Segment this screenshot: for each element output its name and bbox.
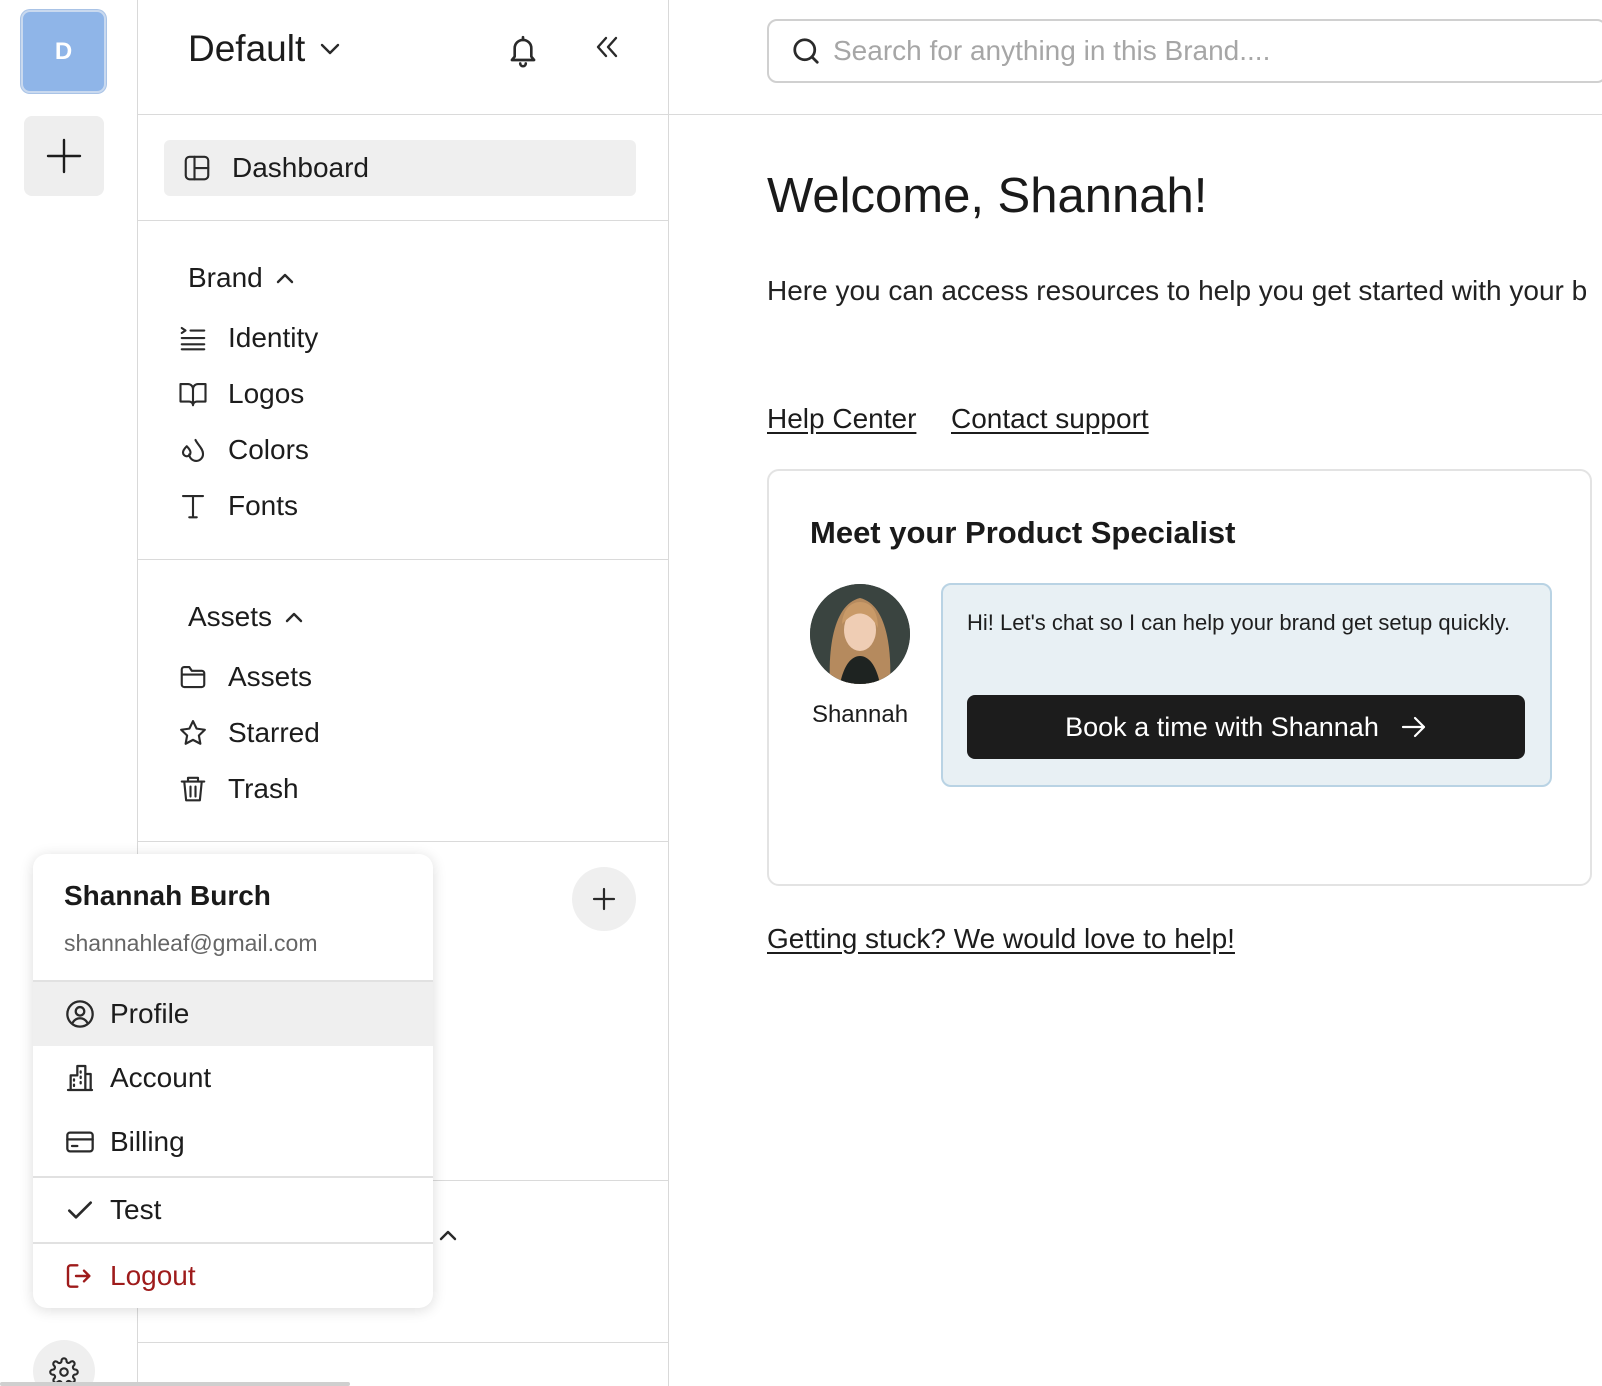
user-circle-icon: [66, 1000, 94, 1028]
nav-colors[interactable]: Colors: [178, 430, 309, 470]
menu-item-label: Test: [110, 1194, 162, 1225]
identity-list-icon: [180, 326, 206, 351]
search-bar[interactable]: [767, 19, 1602, 83]
specialist-photo: [810, 584, 910, 684]
divider: [138, 220, 669, 221]
page-title: Welcome, Shannah!: [767, 169, 1208, 223]
nav-logos[interactable]: Logos: [178, 374, 304, 414]
menu-item-label: Billing: [110, 1126, 185, 1157]
specialist-message: Hi! Let's chat so I can help your brand …: [967, 610, 1511, 635]
horizontal-scrollbar[interactable]: [0, 1382, 350, 1386]
logout-icon: [66, 1264, 91, 1288]
menu-item-logout[interactable]: Logout: [33, 1244, 433, 1308]
divider: [138, 114, 669, 115]
star-icon: [180, 720, 206, 745]
credit-card-icon: [66, 1131, 94, 1153]
intro-text: Here you can access resources to help yo…: [767, 275, 1588, 306]
user-email: shannahleaf@gmail.com: [64, 930, 318, 956]
nav-colors-label: Colors: [228, 434, 309, 465]
chevron-up-icon: [439, 1230, 457, 1241]
specialist-card: Meet your Product Specialist Shannah Hi!…: [767, 469, 1592, 886]
specialist-avatar: [810, 584, 910, 684]
specialist-name: Shannah: [811, 701, 909, 728]
nav-trash[interactable]: Trash: [178, 769, 299, 809]
nav-trash-label: Trash: [228, 773, 299, 804]
add-brand-button[interactable]: [24, 116, 104, 196]
nav-starred-label: Starred: [228, 717, 320, 748]
contact-support-link[interactable]: Contact support: [951, 403, 1149, 435]
menu-item-test[interactable]: Test: [33, 1178, 433, 1242]
book-time-button[interactable]: Book a time with Shannah: [967, 695, 1525, 759]
divider: [138, 559, 669, 560]
divider: [669, 114, 1602, 115]
layout-icon: [184, 155, 210, 181]
arrow-right-icon: [1401, 716, 1425, 738]
nav-dashboard-label: Dashboard: [232, 152, 369, 183]
book-time-label: Book a time with Shannah: [1065, 711, 1379, 742]
search-input[interactable]: [833, 35, 1533, 67]
collapse-sidebar-button[interactable]: [594, 34, 620, 60]
bell-icon: [510, 35, 536, 68]
trash-icon: [180, 776, 206, 802]
nav-assets[interactable]: Assets: [178, 657, 312, 697]
droplets-icon: [181, 438, 205, 462]
building-icon: [66, 1064, 94, 1092]
chevron-up-icon: [276, 273, 293, 284]
plus-icon: [46, 138, 82, 174]
chevron-up-icon: [285, 612, 303, 623]
divider: [138, 1342, 669, 1343]
nav-identity-label: Identity: [228, 322, 319, 353]
type-icon: [181, 494, 205, 519]
nav-dashboard[interactable]: Dashboard: [164, 140, 636, 196]
settings-button[interactable]: [33, 1340, 95, 1386]
nav-assets-label: Assets: [228, 661, 313, 692]
notifications-button[interactable]: [506, 33, 540, 69]
menu-item-profile[interactable]: Profile: [33, 982, 433, 1046]
menu-item-account[interactable]: Account: [33, 1046, 433, 1110]
assets-section-title: Assets: [188, 601, 273, 632]
add-section-button[interactable]: [572, 867, 636, 931]
workspace-switcher[interactable]: Default: [188, 28, 341, 70]
section-toggle[interactable]: [438, 1228, 458, 1242]
nav-logos-label: Logos: [228, 378, 305, 409]
workspace-name: Default: [188, 28, 306, 69]
menu-item-label: Account: [110, 1062, 212, 1093]
plus-icon: [592, 887, 616, 911]
check-icon: [68, 1201, 92, 1219]
chevrons-left-icon: [596, 36, 618, 58]
help-center-link[interactable]: Help Center: [767, 403, 916, 435]
user-name: Shannah Burch: [64, 880, 271, 911]
chevron-down-icon: [321, 43, 340, 55]
brand-section-toggle[interactable]: Brand: [188, 262, 295, 294]
book-open-icon: [179, 382, 207, 407]
nav-starred[interactable]: Starred: [178, 713, 320, 753]
nav-fonts[interactable]: Fonts: [178, 486, 298, 526]
nav-identity[interactable]: Identity: [178, 318, 318, 358]
menu-item-billing[interactable]: Billing: [33, 1110, 433, 1174]
brand-section-title: Brand: [188, 262, 263, 293]
menu-item-label: Logout: [110, 1260, 196, 1291]
folder-icon: [180, 665, 206, 689]
divider: [138, 841, 669, 842]
menu-item-label: Profile: [110, 998, 190, 1029]
get-help-link[interactable]: Getting stuck? We would love to help!: [767, 923, 1235, 955]
search-icon: [793, 38, 819, 64]
user-menu: Shannah Burch shannahleaf@gmail.com Prof…: [33, 854, 433, 1308]
specialist-title: Meet your Product Specialist: [810, 515, 1236, 550]
nav-fonts-label: Fonts: [228, 490, 299, 521]
specialist-chat-box: Hi! Let's chat so I can help your brand …: [941, 583, 1552, 787]
assets-section-toggle[interactable]: Assets: [188, 601, 304, 633]
brand-avatar[interactable]: D: [21, 10, 106, 93]
